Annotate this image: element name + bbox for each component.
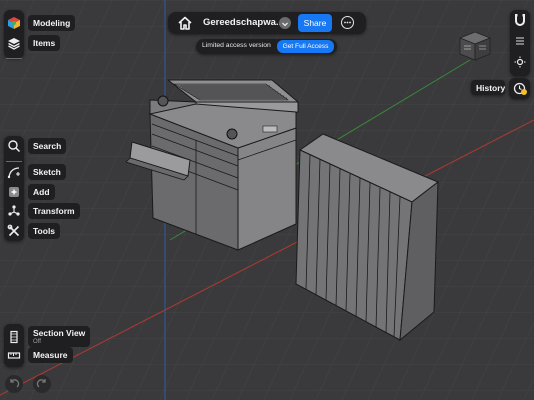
section-view-label: Section View Off (28, 326, 91, 347)
redo-button[interactable] (33, 375, 51, 393)
history-icon-button[interactable] (509, 78, 530, 99)
document-title[interactable]: Gereedschapwa... (203, 17, 284, 28)
history-button[interactable]: History (471, 80, 505, 95)
undo-button[interactable] (5, 375, 23, 393)
history-label: History (476, 83, 506, 93)
measure-label: Measure (28, 347, 73, 363)
magnet-icon (515, 14, 525, 26)
lighting-button[interactable] (513, 55, 527, 69)
share-button-label: Share (303, 18, 327, 28)
undo-icon (10, 379, 20, 388)
access-notice-text: Limited access version (202, 42, 271, 49)
items-button[interactable]: Items (4, 33, 61, 53)
share-button[interactable]: Share (298, 14, 332, 32)
access-notice-bar: Limited access version Get Full Access (196, 39, 337, 54)
more-options-button[interactable] (341, 16, 354, 29)
undo-redo-group (4, 374, 54, 394)
wrench-screwdriver-icon (4, 221, 24, 241)
search-icon (4, 136, 24, 156)
section-view-title: Section View (33, 328, 86, 338)
get-full-access-button[interactable]: Get Full Access (277, 40, 334, 53)
colorful-cube-icon (4, 13, 24, 33)
sketch-label: Sketch (28, 164, 66, 180)
tools-label: Tools (28, 223, 61, 239)
measure-button[interactable]: Measure (4, 345, 73, 365)
sketch-button[interactable]: Sketch (4, 162, 66, 182)
top-bar: Gereedschapwa... Share (168, 12, 366, 34)
ellipsis-icon (344, 21, 351, 24)
light-icon (514, 56, 526, 68)
history-clock-icon (513, 82, 526, 95)
layers-icon (4, 33, 24, 53)
magnet-button[interactable] (513, 13, 527, 27)
section-plane-icon (4, 327, 24, 347)
chevron-down-icon (282, 22, 288, 27)
pen-curve-icon (4, 162, 24, 182)
section-view-button[interactable]: Section View Off (4, 326, 91, 347)
notification-badge (521, 89, 527, 95)
grid-settings-icon (516, 37, 524, 45)
ruler-icon (4, 345, 24, 365)
modeling-label: Modeling (28, 15, 76, 31)
title-dropdown-button[interactable] (279, 17, 291, 29)
get-full-access-label: Get Full Access (282, 43, 329, 50)
add-button[interactable]: Add (4, 182, 55, 202)
right-top-panel (510, 10, 530, 76)
home-icon (178, 16, 192, 30)
divider (6, 58, 22, 59)
search-label: Search (28, 138, 67, 154)
add-label: Add (28, 184, 55, 200)
view-cube[interactable] (456, 30, 494, 62)
home-button[interactable] (177, 15, 193, 31)
items-label: Items (28, 35, 61, 51)
move-arrows-icon (4, 201, 24, 221)
grid-settings-button[interactable] (513, 34, 527, 48)
plus-square-icon (4, 182, 24, 202)
modeling-button[interactable]: Modeling (4, 13, 76, 33)
search-button[interactable]: Search (4, 136, 67, 156)
tools-button[interactable]: Tools (4, 221, 61, 241)
transform-label: Transform (28, 203, 80, 219)
redo-icon (36, 379, 46, 388)
transform-button[interactable]: Transform (4, 201, 80, 221)
